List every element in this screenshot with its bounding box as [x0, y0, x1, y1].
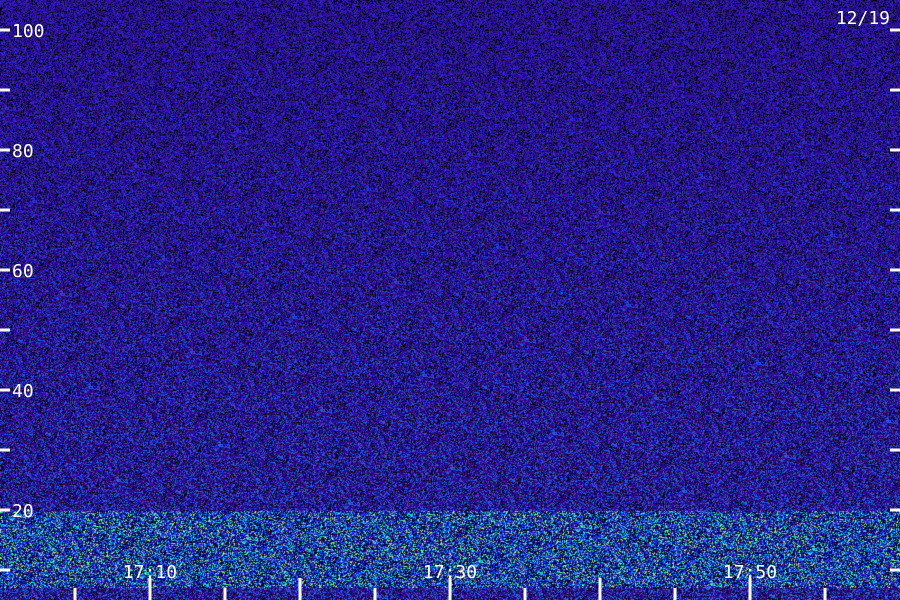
y-tick-label: 100 [12, 21, 45, 42]
y-tick-label: 40 [12, 381, 34, 402]
x-axis-tick-labels: 17:10 17:30 17:50 [123, 562, 777, 583]
y-tick-label: 20 [12, 501, 34, 522]
y-tick-label: 60 [12, 261, 34, 282]
y-axis-tick-labels: 100 80 60 40 20 [12, 21, 45, 522]
y-axis-right-ticks [890, 28, 900, 572]
y-tick-label: 80 [12, 141, 34, 162]
x-tick-label: 17:10 [123, 562, 177, 583]
x-tick-label: 17:50 [723, 562, 777, 583]
x-tick-label: 17:30 [423, 562, 477, 583]
y-axis-left-ticks [0, 28, 10, 572]
chart-axes-overlay: 100 80 60 40 20 17:10 17:30 17:50 12/19 [0, 8, 900, 600]
date-label: 12/19 [836, 8, 890, 29]
